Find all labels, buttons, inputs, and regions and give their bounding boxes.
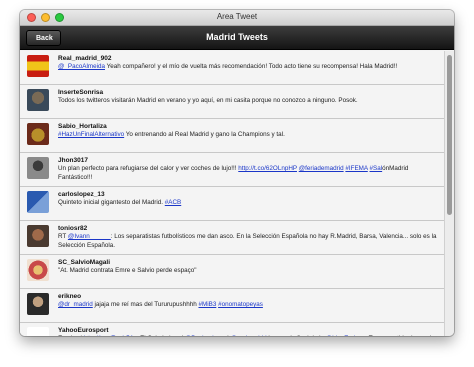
avatar[interactable] <box>27 55 49 77</box>
tweet-row[interactable]: Real_madrid_902 @_PacoAlmeida Yeah compañ… <box>20 51 444 85</box>
tweet-link[interactable]: @_PacoAlmeida <box>58 63 105 70</box>
tweet-username[interactable]: toniosr82 <box>58 224 440 233</box>
tweet-link[interactable]: @LigaEndesa <box>326 335 366 336</box>
avatar[interactable] <box>27 89 49 111</box>
tweet-row[interactable]: toniosr82 RT @Ivann______: Los separatist… <box>20 221 444 255</box>
tweet-text-segment: Un plan perfecto para refugiarse del cal… <box>58 165 239 172</box>
avatar[interactable] <box>27 259 49 281</box>
tweet-text: #HazUnFinalAlternativo Yo entrenando al … <box>58 131 440 140</box>
navigation-bar: Back Madrid Tweets <box>20 26 454 50</box>
tweet-text-segment: . Tercer partido de semis <box>365 335 434 336</box>
tweet-content: Jhon3017 Un plan perfecto para refugiarse… <box>58 156 440 182</box>
tweet-link[interactable]: @Baskonia <box>185 335 217 336</box>
tweet-text-segment: En vivo | <box>58 335 84 336</box>
tweet-link[interactable]: #MiB3 <box>198 301 216 308</box>
tweet-text-segment: El Caja Laboral <box>138 335 185 336</box>
tweet-link[interactable]: #IFEMA <box>345 165 367 172</box>
tweet-text: Todos los twitteros visitarán Madrid en … <box>58 97 440 106</box>
tweet-text-segment: y el <box>217 335 230 336</box>
avatar-image <box>27 327 49 336</box>
tweet-username[interactable]: carloslopez_13 <box>58 190 440 199</box>
tweet-text: @_PacoAlmeida Yeah compañero! y el mío d… <box>58 63 440 72</box>
tweet-username[interactable]: Real_madrid_902 <box>58 54 440 63</box>
tweet-text: RT @Ivann______: Los separatistas futbol… <box>58 233 440 250</box>
tweet-link[interactable]: @realmadrid <box>230 335 266 336</box>
tweet-text: @dr_madrid jajaja me reí mas del Tururup… <box>58 301 440 310</box>
avatar-image <box>27 55 49 77</box>
avatar-image <box>27 191 49 213</box>
tweet-text-segment: buscan la final de la <box>267 335 326 336</box>
avatar[interactable] <box>27 123 49 145</box>
tweet-row[interactable]: carloslopez_13 Quinteto inicial gigantest… <box>20 187 444 221</box>
avatar-image <box>27 225 49 247</box>
scrollbar[interactable] <box>444 51 454 336</box>
tweet-row[interactable]: SC_SalvioMagali "At. Madrid contrata Emre… <box>20 255 444 289</box>
tweet-row[interactable]: YahooEurosportEn vivo | http://t.co/RvsI… <box>20 323 444 336</box>
title-bar: Area Tweet <box>20 10 454 26</box>
tweet-username[interactable]: Jhon3017 <box>58 156 440 165</box>
tweet-username[interactable]: erikneo <box>58 292 440 301</box>
tweet-list[interactable]: Real_madrid_902 @_PacoAlmeida Yeah compañ… <box>20 51 444 336</box>
tweet-text-segment: Todos los twitteros visitarán Madrid en … <box>58 97 358 104</box>
tweet-content: erikneo @dr_madrid jajaja me reí mas del … <box>58 292 440 310</box>
avatar[interactable] <box>27 225 49 247</box>
avatar[interactable] <box>27 157 49 179</box>
tweet-row[interactable]: Jhon3017 Un plan perfecto para refugiarse… <box>20 153 444 187</box>
tweet-text: En vivo | http://t.co/RvsIr5Aw El Caja L… <box>58 335 440 336</box>
tweet-text-segment: Yo entrenando al Real Madrid y gano la C… <box>124 131 285 138</box>
avatar-image <box>27 123 49 145</box>
tweet-text-segment: : Los separatistas futbolísticos me dan … <box>58 233 437 249</box>
avatar-image <box>27 89 49 111</box>
app-window: Area Tweet Back Madrid Tweets Real_madri… <box>20 10 454 336</box>
tweet-text-segment: Quinteto inicial gigantesto del Madrid. <box>58 199 165 206</box>
page-title: Madrid Tweets <box>206 32 268 42</box>
avatar[interactable] <box>27 327 49 336</box>
tweet-text: Quinteto inicial gigantesto del Madrid. … <box>58 199 440 208</box>
avatar[interactable] <box>27 191 49 213</box>
tweet-text: Un plan perfecto para refugiarse del cal… <box>58 165 440 182</box>
tweet-username[interactable]: InserteSonrisa <box>58 88 440 97</box>
tweet-content: toniosr82 RT @Ivann______: Los separatist… <box>58 224 440 250</box>
tweet-username[interactable]: Sabio_Hortaliza <box>58 122 440 131</box>
tweet-row[interactable]: InserteSonrisa Todos los twitteros visita… <box>20 85 444 119</box>
tweet-content: Sabio_Hortaliza #HazUnFinalAlternativo Yo… <box>58 122 440 140</box>
tweet-content: YahooEurosportEn vivo | http://t.co/RvsI… <box>58 326 440 336</box>
tweet-link[interactable]: #ACB <box>165 199 181 206</box>
tweet-content: InserteSonrisa Todos los twitteros visita… <box>58 88 440 106</box>
tweet-text: "At. Madrid contrata Emre e Salvio perde… <box>58 267 440 276</box>
tweet-username[interactable]: SC_SalvioMagali <box>58 258 440 267</box>
tweet-content: SC_SalvioMagali "At. Madrid contrata Emre… <box>58 258 440 276</box>
tweet-content: Real_madrid_902 @_PacoAlmeida Yeah compañ… <box>58 54 440 72</box>
tweet-link[interactable]: #onomatopeyas <box>218 301 263 308</box>
tweet-text-segment: Yeah compañero! y el mío de vuelta más r… <box>105 63 398 70</box>
avatar[interactable] <box>27 293 49 315</box>
tweet-text-segment: jajaja me reí mas del Tururupushhhh <box>92 301 199 308</box>
tweet-link[interactable]: http://t.co/62OLnpHP <box>238 165 297 172</box>
tweet-row[interactable]: Sabio_Hortaliza #HazUnFinalAlternativo Yo… <box>20 119 444 153</box>
tweet-link[interactable]: http://t.co/RvsIr5Aw <box>84 335 138 336</box>
avatar-image <box>27 259 49 281</box>
scrollbar-thumb[interactable] <box>447 55 452 215</box>
tweet-link[interactable]: @feriademadrid <box>299 165 344 172</box>
tweet-content: carloslopez_13 Quinteto inicial gigantest… <box>58 190 440 208</box>
avatar-image <box>27 293 49 315</box>
tweet-text-segment: "At. Madrid contrata Emre e Salvio perde… <box>58 267 197 274</box>
window-title: Area Tweet <box>216 12 258 21</box>
avatar-image <box>27 157 49 179</box>
tweet-link[interactable]: #Sal <box>370 165 383 172</box>
tweet-row[interactable]: erikneo @dr_madrid jajaja me reí mas del … <box>20 289 444 323</box>
tweet-link[interactable]: @Ivann______ <box>68 233 111 240</box>
tweet-link[interactable]: #HazUnFinalAlternativo <box>58 131 124 138</box>
tweet-link[interactable]: @dr_madrid <box>58 301 93 308</box>
tweet-username[interactable]: YahooEurosport <box>58 326 440 335</box>
tweet-text-segment: RT <box>58 233 68 240</box>
